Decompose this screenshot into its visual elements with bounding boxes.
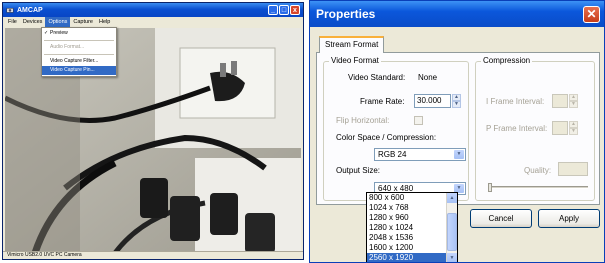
- list-item-selected[interactable]: 2560 x 1920: [367, 253, 446, 262]
- quality-label: Quality:: [524, 166, 552, 175]
- spin-down-icon[interactable]: ▼: [452, 101, 461, 108]
- cancel-button[interactable]: Cancel: [470, 209, 532, 228]
- quality-input: [558, 162, 588, 176]
- properties-dialog: Properties ✕ Stream Format Video Format …: [309, 0, 605, 263]
- amcap-menubar: File Devices Options Capture Help: [3, 17, 303, 27]
- list-item[interactable]: 1280 x 1024: [367, 223, 446, 233]
- compression-legend: Compression: [481, 56, 533, 66]
- amcap-titlebar[interactable]: AMCAP _ □ x: [3, 3, 303, 17]
- p-frame-interval-label: P Frame Interval:: [486, 124, 548, 133]
- video-standard-value: None: [418, 73, 438, 82]
- color-space-select[interactable]: RGB 24 ▼: [374, 148, 466, 161]
- video-standard-label: Video Standard:: [348, 73, 406, 82]
- compression-group: Compression I Frame Interval: ▲ ▼ P Fram…: [475, 56, 595, 201]
- dialog-close-button[interactable]: ✕: [583, 5, 600, 23]
- frame-rate-spinner[interactable]: ▲ ▼: [452, 94, 461, 108]
- chevron-down-icon[interactable]: ▼: [454, 150, 464, 159]
- spin-up-icon[interactable]: ▲: [452, 94, 461, 101]
- spin-up-icon: ▲: [569, 94, 578, 101]
- properties-titlebar[interactable]: Properties ✕: [310, 1, 604, 27]
- menu-devices[interactable]: Devices: [20, 17, 46, 27]
- frame-rate-input[interactable]: 30.000: [414, 94, 451, 108]
- tab-panel: Video Format Video Standard: None Frame …: [316, 52, 600, 205]
- scroll-up-icon[interactable]: ▲: [447, 193, 457, 203]
- quality-slider-thumb: [488, 183, 492, 192]
- minimize-button[interactable]: _: [268, 5, 278, 15]
- menu-item-preview[interactable]: ✓ Preview: [42, 29, 116, 38]
- p-frame-interval-input: [552, 121, 568, 135]
- video-format-group: Video Format Video Standard: None Frame …: [323, 56, 469, 201]
- menu-capture[interactable]: Capture: [70, 17, 96, 27]
- amcap-title: AMCAP: [17, 6, 43, 14]
- i-frame-interval-label: I Frame Interval:: [486, 97, 545, 106]
- p-frame-spinner: ▲ ▼: [569, 121, 578, 135]
- flip-horizontal-checkbox[interactable]: [414, 116, 423, 125]
- menu-item-video-capture-pin[interactable]: Video Capture Pin...: [42, 66, 116, 75]
- flip-horizontal-label: Flip Horizontal:: [336, 116, 390, 125]
- list-item[interactable]: 2048 x 1536: [367, 233, 446, 243]
- camera-app-icon: [6, 8, 14, 13]
- maximize-button[interactable]: □: [279, 5, 289, 15]
- quality-slider-track: [488, 186, 588, 189]
- list-item[interactable]: 1280 x 960: [367, 213, 446, 223]
- menu-file[interactable]: File: [5, 17, 20, 27]
- tab-stream-format[interactable]: Stream Format: [319, 36, 385, 53]
- close-button[interactable]: x: [290, 5, 300, 15]
- i-frame-spinner: ▲ ▼: [569, 94, 578, 108]
- output-size-dropdown-list: 800 x 600 1024 x 768 1280 x 960 1280 x 1…: [366, 192, 458, 262]
- list-item[interactable]: 1600 x 1200: [367, 243, 446, 253]
- menu-item-video-capture-filter[interactable]: Video Capture Filter...: [42, 57, 116, 66]
- checkmark-icon: ✓: [44, 30, 49, 36]
- scrollbar-thumb[interactable]: [447, 213, 457, 251]
- menu-item-audio-format: Audio Format...: [50, 44, 85, 50]
- dialog-title: Properties: [316, 7, 376, 21]
- spin-up-icon: ▲: [569, 121, 578, 128]
- color-space-value: RGB 24: [378, 150, 407, 159]
- menu-separator: [44, 40, 114, 41]
- list-scrollbar[interactable]: ▲ ▼: [446, 193, 457, 262]
- spin-down-icon: ▼: [569, 128, 578, 135]
- menu-options[interactable]: Options: [45, 17, 71, 27]
- options-dropdown-menu: ✓ Preview Audio Format... Video Capture …: [41, 27, 117, 77]
- close-icon: ✕: [586, 7, 597, 21]
- menu-item-label: Preview: [50, 30, 68, 36]
- spin-down-icon: ▼: [569, 101, 578, 108]
- list-item[interactable]: 800 x 600: [367, 193, 446, 203]
- output-size-label: Output Size:: [336, 166, 381, 175]
- menu-separator: [44, 54, 114, 55]
- amcap-window: AMCAP _ □ x File Devices Options Capture…: [2, 2, 304, 260]
- i-frame-interval-input: [552, 94, 568, 108]
- menu-help[interactable]: Help: [96, 17, 113, 27]
- apply-button[interactable]: Apply: [538, 209, 600, 228]
- list-item[interactable]: 1024 x 768: [367, 203, 446, 213]
- status-bar: Vimicro USB2.0 UVC PC Camera: [3, 251, 303, 259]
- scroll-down-icon[interactable]: ▼: [447, 253, 457, 262]
- frame-rate-label: Frame Rate:: [360, 97, 405, 106]
- color-space-label: Color Space / Compression:: [336, 133, 437, 142]
- video-format-legend: Video Format: [329, 56, 381, 66]
